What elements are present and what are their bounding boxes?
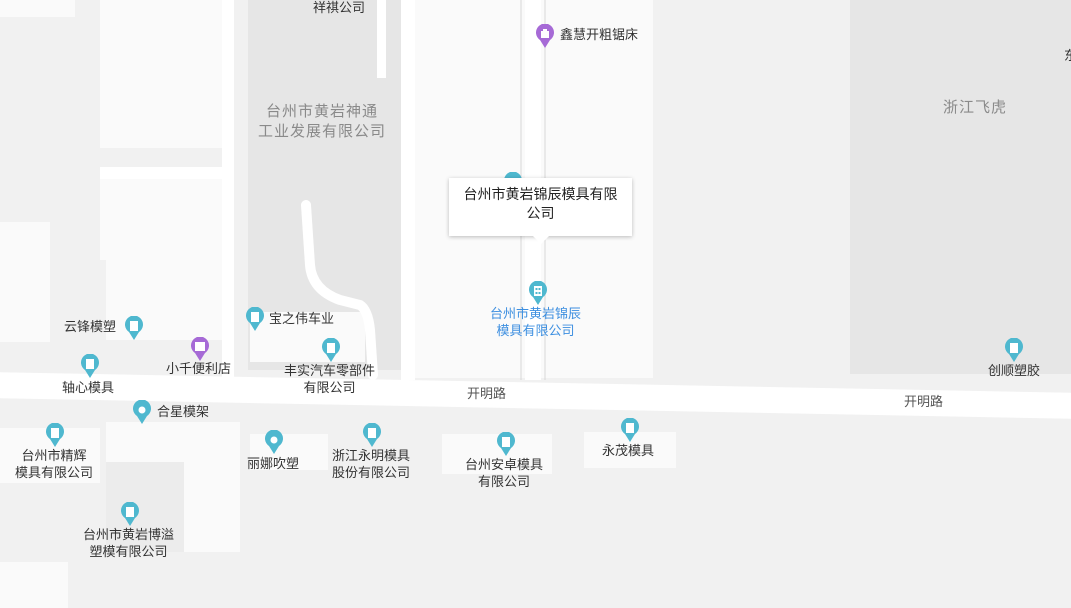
road-label: 开明路 [904, 395, 944, 410]
building-pin-icon[interactable] [1004, 338, 1024, 363]
poi-label[interactable]: 台州市精辉 模具有限公司 [15, 448, 93, 482]
poi-label[interactable]: 浙江永明模具 股份有限公司 [332, 448, 410, 482]
building-pin-icon[interactable] [80, 354, 100, 379]
selected-poi-callout[interactable]: 台州市黄岩锦辰模具有限公司 [449, 178, 632, 236]
store-pin-icon[interactable] [190, 337, 210, 362]
area-label-shentong: 台州市黄岩神通 工业发展有限公司 [258, 102, 387, 140]
poi-label[interactable]: 鑫慧开粗锯床 [560, 27, 638, 44]
building-pin-icon[interactable] [321, 338, 341, 363]
location-pin-icon[interactable] [132, 400, 152, 425]
callout-pointer [533, 236, 549, 244]
callout-title: 台州市黄岩锦辰模具有限公司 [463, 187, 618, 222]
shop-pin-icon[interactable] [535, 24, 555, 49]
building-pin-icon[interactable] [496, 432, 516, 457]
building-pin-icon[interactable] [362, 423, 382, 448]
poi-label[interactable]: 祥祺公司 [313, 0, 365, 17]
building-pin-icon[interactable] [45, 423, 65, 448]
building-pin-icon[interactable] [120, 502, 140, 527]
poi-label[interactable]: 宝之伟车业 [269, 311, 334, 328]
area-label-feihu: 浙江飞虎 [943, 98, 1008, 116]
poi-label[interactable]: 台州安卓模具 有限公司 [465, 457, 543, 491]
building-pin-icon[interactable] [124, 316, 144, 341]
poi-label[interactable]: 轴心模具 [62, 380, 114, 397]
road-label: 开明路 [467, 387, 507, 402]
poi-label[interactable]: 小千便利店 [166, 361, 231, 378]
poi-label[interactable]: 台州市黄岩博溢 塑模有限公司 [83, 527, 174, 561]
poi-label[interactable]: 创顺塑胶 [988, 363, 1040, 380]
building-pin-icon[interactable] [245, 307, 265, 332]
selected-poi-label[interactable]: 台州市黄岩锦辰 模具有限公司 [490, 306, 581, 340]
poi-label[interactable]: 丰实汽车零部件 有限公司 [284, 363, 375, 397]
building-pin-icon[interactable] [528, 281, 548, 306]
poi-label[interactable]: 云锋模塑 [64, 319, 116, 336]
building-pin-icon[interactable] [620, 418, 640, 443]
poi-label: 东 [1064, 49, 1071, 64]
map-canvas[interactable]: 台州市黄岩神通 工业发展有限公司 浙江飞虎 开明路 开明路 祥祺公司 鑫慧开粗锯… [0, 0, 1071, 608]
poi-label[interactable]: 丽娜吹塑 [247, 456, 299, 473]
poi-label[interactable]: 永茂模具 [602, 443, 654, 460]
poi-label[interactable]: 合星模架 [157, 404, 209, 421]
location-pin-icon[interactable] [264, 430, 284, 455]
